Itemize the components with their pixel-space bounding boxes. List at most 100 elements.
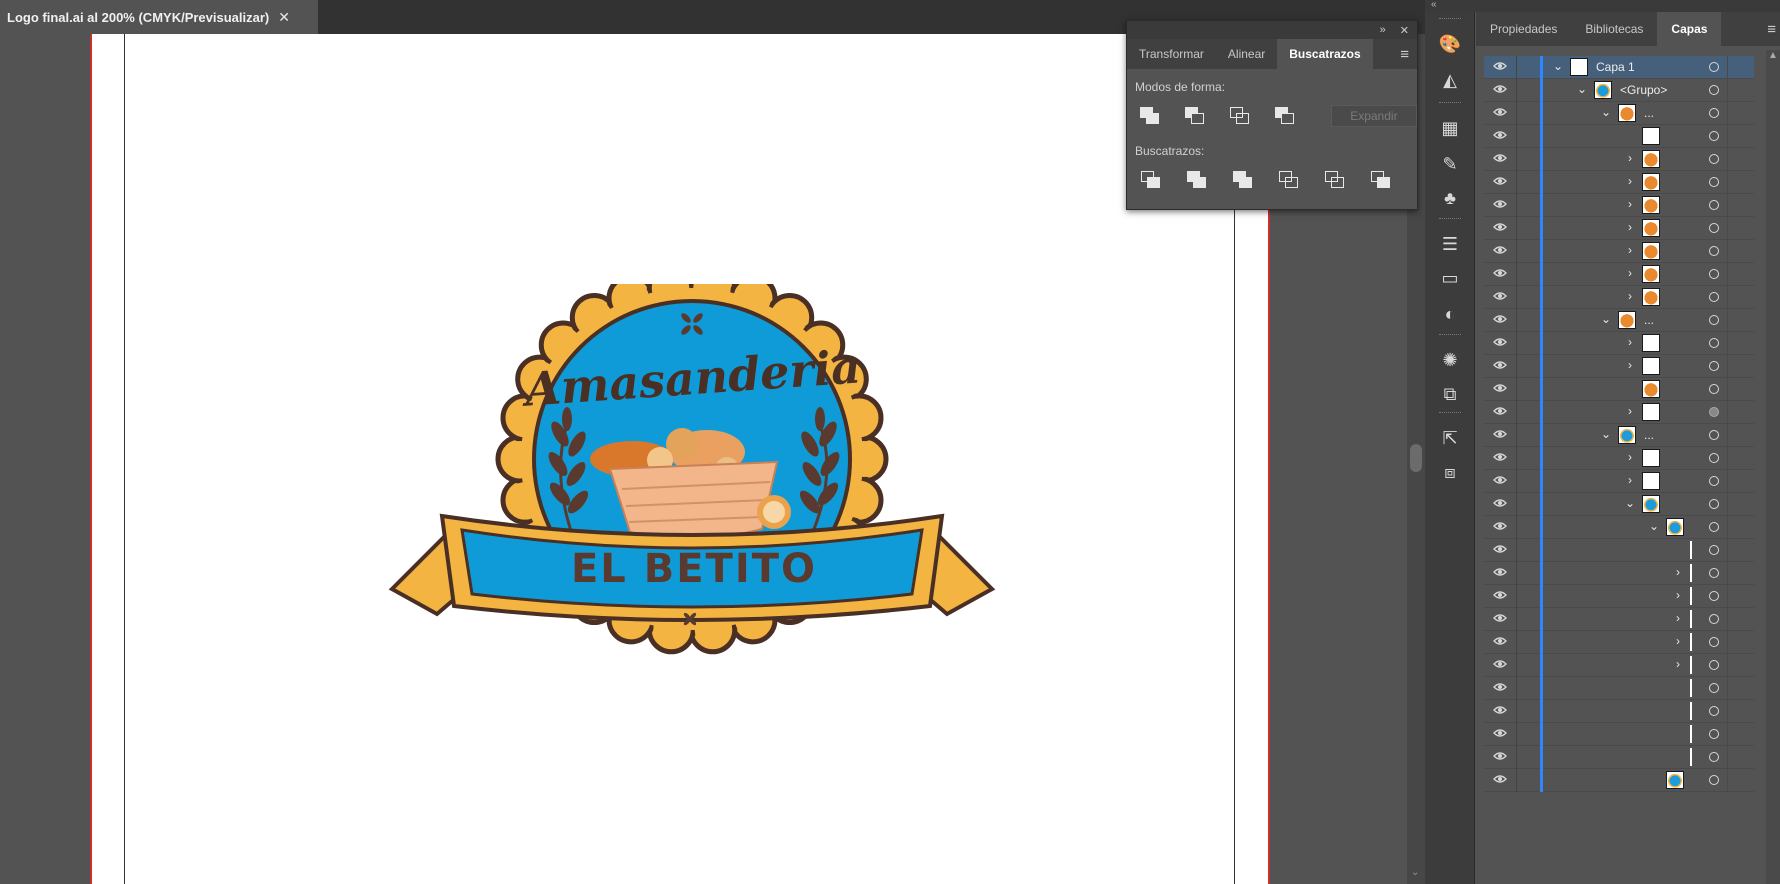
target-icon[interactable]: [1709, 568, 1719, 578]
chevron-right-icon[interactable]: ›: [1624, 358, 1636, 372]
tab-buscatrazos[interactable]: Buscatrazos: [1277, 39, 1373, 69]
layer-row[interactable]: ›: [1484, 171, 1754, 194]
selection-column[interactable]: [1727, 447, 1728, 470]
layer-row[interactable]: ›: [1484, 562, 1754, 585]
stroke-icon[interactable]: ☰: [1438, 232, 1462, 256]
target-icon[interactable]: [1709, 223, 1719, 233]
chevron-right-icon[interactable]: ›: [1672, 588, 1684, 602]
layer-row[interactable]: ›: [1484, 447, 1754, 470]
tab-transformar[interactable]: Transformar: [1127, 39, 1216, 69]
lock-column[interactable]: [1516, 723, 1517, 746]
export-icon[interactable]: ⇱: [1438, 426, 1462, 450]
layer-row[interactable]: [1484, 769, 1754, 792]
selection-column[interactable]: [1727, 171, 1728, 194]
expand-button[interactable]: Expandir: [1330, 105, 1417, 127]
layer-row[interactable]: [1484, 378, 1754, 401]
merge-icon[interactable]: [1231, 169, 1255, 191]
target-icon[interactable]: [1709, 752, 1719, 762]
lock-column[interactable]: [1516, 56, 1517, 79]
lock-column[interactable]: [1516, 424, 1517, 447]
visibility-eye-icon[interactable]: [1493, 751, 1507, 763]
artboards-icon[interactable]: ⧈: [1438, 460, 1462, 484]
selection-column[interactable]: [1727, 539, 1728, 562]
visibility-eye-icon[interactable]: [1493, 659, 1507, 671]
layer-row[interactable]: ⌄...: [1484, 424, 1754, 447]
strip-grip[interactable]: [1439, 218, 1461, 221]
chevron-right-icon[interactable]: ›: [1624, 404, 1636, 418]
selection-column[interactable]: [1727, 286, 1728, 309]
chevron-right-icon[interactable]: ›: [1624, 151, 1636, 165]
layer-row[interactable]: ›: [1484, 263, 1754, 286]
chevron-right-icon[interactable]: ›: [1672, 611, 1684, 625]
lock-column[interactable]: [1516, 654, 1517, 677]
selection-column[interactable]: [1727, 677, 1728, 700]
visibility-eye-icon[interactable]: [1493, 291, 1507, 303]
symbols-icon[interactable]: ♣: [1438, 186, 1462, 210]
lock-column[interactable]: [1516, 493, 1517, 516]
layer-row[interactable]: ›: [1484, 332, 1754, 355]
visibility-eye-icon[interactable]: [1493, 337, 1507, 349]
selection-column[interactable]: [1727, 631, 1728, 654]
lock-column[interactable]: [1516, 470, 1517, 493]
chevron-down-icon[interactable]: ⌄: [1600, 105, 1612, 119]
chevron-right-icon[interactable]: ›: [1624, 266, 1636, 280]
document-tab[interactable]: Logo final.ai al 200% (CMYK/Previsualiza…: [0, 0, 318, 34]
target-icon[interactable]: [1709, 729, 1719, 739]
chevron-down-icon[interactable]: ⌄: [1576, 82, 1588, 96]
minus-back-icon[interactable]: [1369, 169, 1393, 191]
target-icon[interactable]: [1709, 108, 1719, 118]
lock-column[interactable]: [1516, 240, 1517, 263]
target-icon[interactable]: [1709, 775, 1719, 785]
selection-column[interactable]: [1727, 401, 1728, 424]
selection-column[interactable]: [1727, 562, 1728, 585]
target-icon[interactable]: [1709, 706, 1719, 716]
selection-column[interactable]: [1727, 332, 1728, 355]
color-guide-icon[interactable]: 🎨: [1438, 32, 1462, 56]
close-icon[interactable]: ✕: [278, 9, 290, 26]
chevron-right-icon[interactable]: ›: [1672, 565, 1684, 579]
target-icon[interactable]: [1709, 637, 1719, 647]
visibility-eye-icon[interactable]: [1493, 268, 1507, 280]
chevron-right-icon[interactable]: ›: [1672, 634, 1684, 648]
chevron-right-icon[interactable]: ›: [1624, 450, 1636, 464]
layer-row[interactable]: ›: [1484, 355, 1754, 378]
chevron-right-icon[interactable]: ›: [1624, 335, 1636, 349]
chevron-right-icon[interactable]: ›: [1672, 657, 1684, 671]
lock-column[interactable]: [1516, 355, 1517, 378]
visibility-eye-icon[interactable]: [1493, 728, 1507, 740]
selection-column[interactable]: [1727, 516, 1728, 539]
selection-column[interactable]: [1727, 125, 1728, 148]
layer-row[interactable]: ›: [1484, 194, 1754, 217]
layer-row[interactable]: [1484, 677, 1754, 700]
selection-column[interactable]: [1727, 493, 1728, 516]
layer-row[interactable]: [1484, 125, 1754, 148]
target-icon[interactable]: [1709, 384, 1719, 394]
target-icon[interactable]: [1709, 407, 1719, 417]
target-icon[interactable]: [1709, 522, 1719, 532]
selection-column[interactable]: [1727, 470, 1728, 493]
lock-column[interactable]: [1516, 309, 1517, 332]
target-icon[interactable]: [1709, 453, 1719, 463]
strip-grip[interactable]: [1439, 102, 1461, 105]
lock-column[interactable]: [1516, 585, 1517, 608]
visibility-eye-icon[interactable]: [1493, 130, 1507, 142]
exclude-icon[interactable]: [1274, 105, 1297, 127]
swatches-icon[interactable]: ▦: [1438, 116, 1462, 140]
target-icon[interactable]: [1709, 131, 1719, 141]
layer-row[interactable]: ›: [1484, 470, 1754, 493]
visibility-eye-icon[interactable]: [1493, 383, 1507, 395]
target-icon[interactable]: [1709, 683, 1719, 693]
strip-grip[interactable]: [1439, 18, 1461, 21]
lock-column[interactable]: [1516, 516, 1517, 539]
lock-column[interactable]: [1516, 562, 1517, 585]
lock-column[interactable]: [1516, 746, 1517, 769]
visibility-eye-icon[interactable]: [1493, 475, 1507, 487]
selection-column[interactable]: [1727, 56, 1728, 79]
lock-column[interactable]: [1516, 677, 1517, 700]
panel-menu-icon[interactable]: ≡: [1767, 12, 1780, 46]
selection-column[interactable]: [1727, 102, 1728, 125]
tab-bibliotecas[interactable]: Bibliotecas: [1571, 12, 1657, 46]
appearance-icon[interactable]: ✺: [1438, 348, 1462, 372]
target-icon[interactable]: [1709, 154, 1719, 164]
visibility-eye-icon[interactable]: [1493, 682, 1507, 694]
